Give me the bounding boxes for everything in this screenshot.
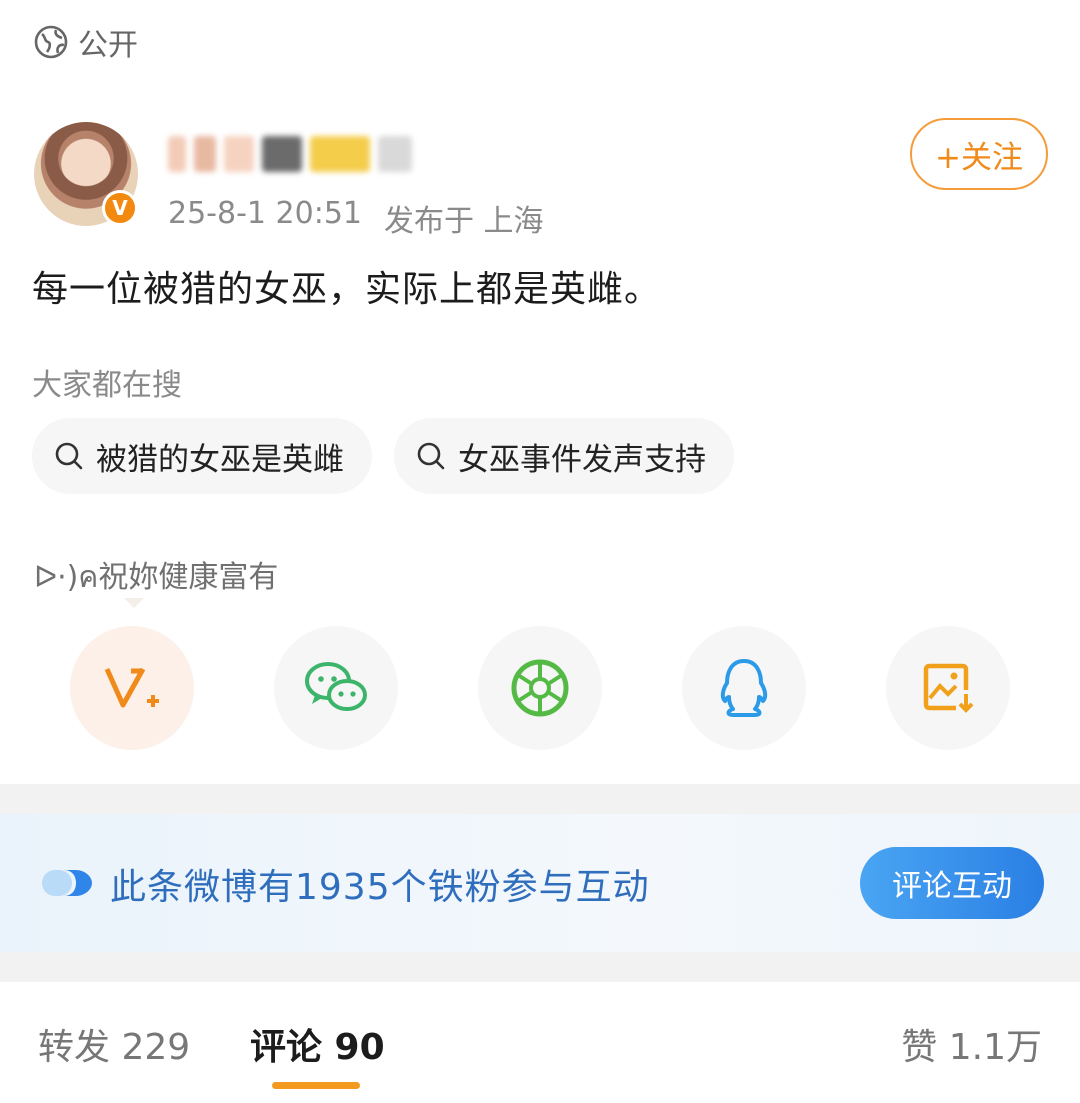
moments-icon — [511, 659, 569, 717]
search-chip[interactable]: 被猎的女巫是英雌 — [32, 418, 372, 494]
author-header: V 25-8-1 20:51 发布于 上海 +关注 — [34, 118, 1048, 239]
post-location: 发布于 上海 — [384, 204, 544, 239]
post-time: 25-8-1 20:51 — [168, 196, 362, 231]
qq-icon — [720, 659, 768, 717]
follow-button[interactable]: +关注 — [910, 118, 1048, 190]
verified-badge: V — [102, 190, 138, 226]
share-wechat-button[interactable] — [274, 626, 398, 750]
search-chip-label: 女巫事件发声支持 — [458, 441, 706, 478]
wechat-icon — [305, 662, 367, 711]
interaction-tabs: 转发 229 评论 90 赞 1.1万 — [0, 982, 1080, 1103]
hot-search-chips: 被猎的女巫是英雌 女巫事件发声支持 — [32, 418, 734, 494]
tab-comment[interactable]: 评论 90 — [250, 1018, 385, 1070]
weibo-repost-icon — [104, 667, 159, 708]
tab-repost[interactable]: 转发 229 — [38, 1018, 190, 1070]
share-qq-button[interactable] — [682, 626, 806, 750]
share-label: ᐅ·)ค祝妳健康富有 — [34, 552, 279, 608]
globe-icon — [34, 25, 68, 59]
post-text: 每一位被猎的女巫，实际上都是英雌。 — [32, 269, 662, 310]
visibility-indicator: 公开 — [34, 20, 138, 64]
section-divider — [0, 952, 1080, 982]
comment-interact-button[interactable]: 评论互动 — [860, 847, 1044, 919]
tooltip-pointer — [124, 598, 144, 608]
share-save-image-button[interactable] — [886, 626, 1010, 750]
share-weibo-button[interactable] — [70, 626, 194, 750]
share-moments-button[interactable] — [478, 626, 602, 750]
save-image-icon — [923, 663, 974, 713]
search-icon — [55, 442, 83, 470]
username-redacted[interactable] — [168, 132, 458, 176]
hot-search-title: 大家都在搜 — [32, 368, 182, 403]
visibility-label: 公开 — [78, 28, 138, 63]
search-icon — [417, 442, 445, 470]
search-chip-label: 被猎的女巫是英雌 — [96, 441, 344, 478]
tab-like[interactable]: 赞 1.1万 — [901, 1018, 1042, 1070]
fan-toggle-icon — [42, 870, 92, 896]
fan-interaction-text: 此条微博有1935个铁粉参与互动 — [110, 867, 650, 908]
section-divider — [0, 784, 1080, 814]
active-tab-indicator — [272, 1082, 360, 1089]
search-chip[interactable]: 女巫事件发声支持 — [394, 418, 734, 494]
post-meta: 25-8-1 20:51 发布于 上海 — [168, 196, 544, 240]
share-label-text: ᐅ·)ค祝妳健康富有 — [34, 560, 279, 595]
share-targets — [70, 626, 1010, 750]
fan-interaction-banner: 此条微博有1935个铁粉参与互动 评论互动 — [0, 814, 1080, 952]
